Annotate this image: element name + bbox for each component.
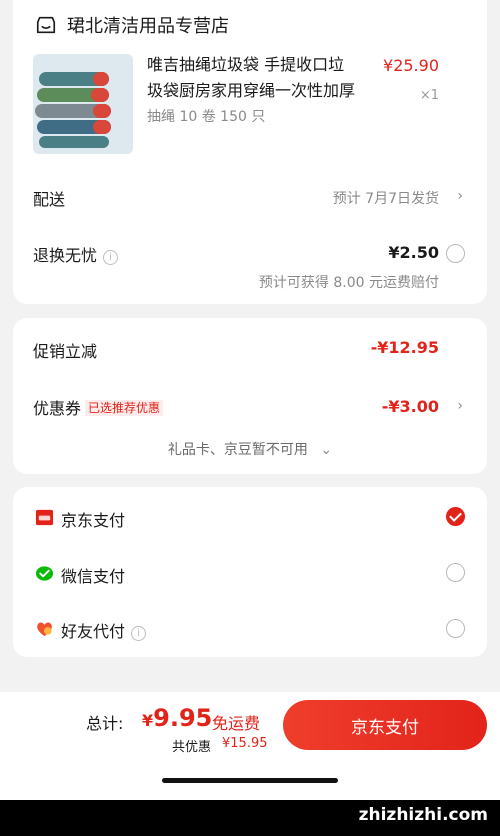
total-currency: ¥ <box>142 711 154 730</box>
watermark-text: zhizhizhi.com <box>358 805 488 825</box>
store-name: 珺北清洁用品专营店 <box>67 16 229 37</box>
info-icon[interactable]: i <box>131 626 147 641</box>
payment-card: 京东支付 微信支付 好友代付 i <box>13 487 487 657</box>
home-indicator[interactable] <box>162 778 338 783</box>
submit-pay-button[interactable]: 京东支付 <box>283 700 487 750</box>
return-service-note: 预计可获得 8.00 元运费赔付 <box>258 275 439 291</box>
return-service-text: 退换无忧 <box>33 246 98 265</box>
wechat-pay-icon <box>35 566 54 581</box>
watermark-logo-icon <box>354 756 490 798</box>
store-icon <box>36 16 56 34</box>
friend-pay-radio[interactable] <box>446 619 465 638</box>
payment-option-wechat[interactable]: 微信支付 <box>13 545 487 601</box>
payment-option-jd[interactable]: 京东支付 <box>13 487 487 545</box>
friend-pay-row-label: 好友代付 i <box>61 618 147 642</box>
free-shipping-label: 免运费 <box>212 714 261 733</box>
wechat-pay-label: 微信支付 <box>61 567 126 586</box>
friend-pay-label: 好友代付 <box>61 622 126 641</box>
saved-label: 共优惠 <box>172 740 212 755</box>
wechat-pay-radio[interactable] <box>446 563 465 582</box>
store-card: 珺北清洁用品专营店 唯吉抽绳垃圾袋 手提收口垃圾袋厨房家用穿绳一次性加厚 抽绳 … <box>13 0 487 304</box>
delivery-date[interactable]: 预计 7月7日发货 <box>333 188 439 208</box>
discount-value: -¥12.95 <box>370 338 439 357</box>
discount-label: 促销立减 <box>33 342 98 361</box>
jd-pay-icon <box>35 509 54 526</box>
product-price: ¥25.90 <box>383 56 439 75</box>
giftcard-row[interactable]: 礼品卡、京豆暂不可用 ⌄ <box>13 439 487 459</box>
delivery-chevron-icon[interactable]: › <box>457 188 463 204</box>
payment-option-friend[interactable]: 好友代付 i <box>13 601 487 657</box>
total-number: 9.95 <box>153 704 213 732</box>
coupon-value[interactable]: -¥3.00 <box>382 397 439 416</box>
coupon-chevron-icon[interactable]: › <box>457 398 463 414</box>
info-icon[interactable]: i <box>103 250 119 265</box>
return-service-price: ¥2.50 <box>388 243 439 262</box>
friend-pay-icon <box>37 622 52 637</box>
coupon-label: 优惠券 <box>33 399 82 418</box>
promotion-card: 促销立减 -¥12.95 优惠券 已选推荐优惠 -¥3.00 › 礼品卡、京豆暂不… <box>13 318 487 474</box>
chevron-down-icon: ⌄ <box>320 442 333 458</box>
jd-pay-label: 京东支付 <box>61 511 126 530</box>
coupon-tag: 已选推荐优惠 <box>85 400 164 416</box>
product-image-icon <box>33 54 133 154</box>
delivery-label: 配送 <box>33 190 66 209</box>
coupon-row[interactable]: 优惠券 已选推荐优惠 <box>33 395 164 419</box>
product-quantity: ×1 <box>419 88 439 103</box>
jd-pay-radio[interactable] <box>446 507 465 526</box>
product-title[interactable]: 唯吉抽绳垃圾袋 手提收口垃圾袋厨房家用穿绳一次性加厚 <box>147 52 357 104</box>
product-spec: 抽绳 10 卷 150 只 <box>147 109 266 125</box>
return-service-radio[interactable] <box>446 244 465 263</box>
store-header[interactable]: 珺北清洁用品专营店 <box>35 12 229 38</box>
product-thumbnail[interactable] <box>33 54 133 154</box>
total-amount: ¥9.95 <box>142 704 212 732</box>
saved-amount: ¥15.95 <box>222 736 268 751</box>
total-label: 总计: <box>86 714 124 733</box>
return-service-label: 退换无忧 i <box>33 242 119 266</box>
giftcard-note: 礼品卡、京豆暂不可用 <box>167 442 308 458</box>
